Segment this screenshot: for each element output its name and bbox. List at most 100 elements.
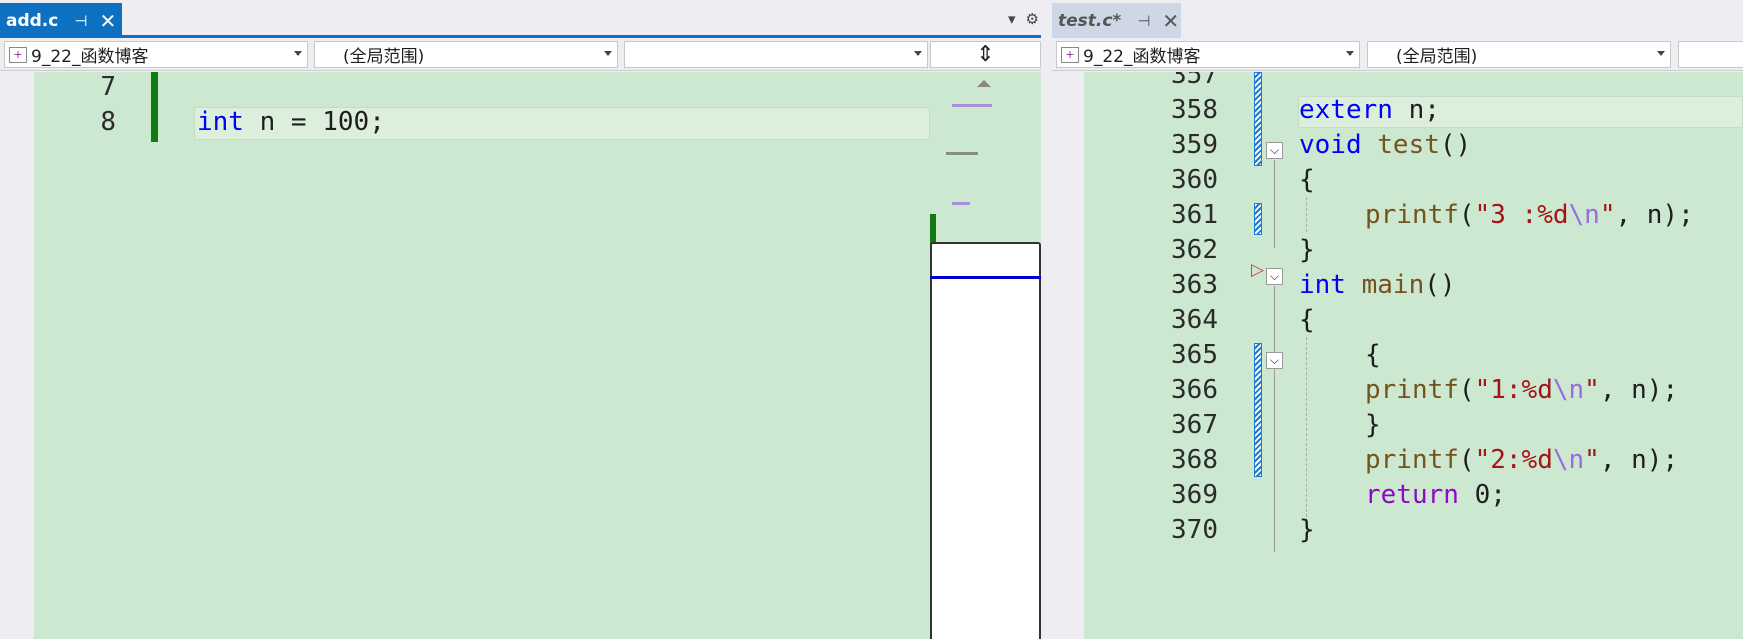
keyword: int	[1299, 270, 1346, 300]
member-combo[interactable]	[624, 41, 928, 68]
function-name: printf	[1365, 445, 1459, 475]
tab-tools: ▾ ⚙	[1008, 10, 1039, 28]
string-literal: "2:%d	[1474, 445, 1553, 475]
code-text: n = 100;	[243, 107, 385, 137]
function-name: printf	[1365, 375, 1459, 405]
project-combo-label: 9_22_函数博客	[1083, 47, 1201, 67]
code-line[interactable]: return 0;	[1365, 480, 1506, 510]
function-name: test	[1377, 130, 1440, 160]
code-line[interactable]: int n = 100;	[197, 107, 385, 137]
code-line[interactable]: void test()	[1299, 130, 1471, 160]
tab-title: test.c*	[1058, 10, 1122, 31]
minimap-viewport[interactable]	[930, 242, 1041, 639]
left-code-editor[interactable]: 7 8 int n = 100;	[34, 72, 930, 639]
function-name: printf	[1365, 200, 1459, 230]
code-text: , n);	[1599, 375, 1679, 405]
tab-test-c[interactable]: test.c* ⊣ ✕	[1052, 3, 1181, 38]
minimap-line	[946, 152, 978, 155]
string-literal: "3 :%d	[1474, 200, 1569, 230]
code-line[interactable]: extern n;	[1299, 95, 1440, 125]
code-line[interactable]: {	[1299, 165, 1315, 195]
change-indicator	[1254, 203, 1262, 235]
code-line[interactable]: }	[1299, 515, 1315, 545]
indent-guide	[1306, 197, 1307, 232]
code-line[interactable]: int main()	[1299, 270, 1456, 300]
line-number: 360	[1171, 165, 1218, 195]
collapse-icon[interactable]: ⌵	[1266, 352, 1283, 369]
string-literal: "	[1584, 445, 1600, 475]
tab-add-c[interactable]: add.c ⊣ ✕	[0, 3, 122, 38]
code-line[interactable]: {	[1299, 305, 1315, 335]
indent-guide	[1306, 337, 1307, 527]
right-navigation-bar: + 9_22_函数博客 (全局范围)	[1052, 38, 1743, 71]
right-indicator-margin	[1052, 72, 1084, 639]
code-line[interactable]: }	[1365, 410, 1381, 440]
line-number: 370	[1171, 515, 1218, 545]
keyword: return	[1365, 480, 1459, 510]
string-literal: "	[1584, 375, 1600, 405]
line-number: 357	[1171, 72, 1218, 90]
escape-sequence: \n	[1568, 200, 1600, 230]
code-text: (	[1458, 445, 1475, 475]
close-icon[interactable]: ✕	[99, 9, 116, 33]
breakpoint-marker-icon[interactable]: ▷	[1251, 260, 1264, 280]
keyword: int	[197, 107, 244, 137]
close-icon[interactable]: ✕	[1162, 9, 1179, 33]
line-number: 359	[1171, 130, 1218, 160]
code-text: ()	[1439, 130, 1472, 160]
line-number: 367	[1171, 410, 1218, 440]
minimap-caret-line	[930, 276, 1041, 279]
pin-icon[interactable]: ⊣	[74, 12, 87, 30]
change-indicator	[1254, 72, 1262, 166]
line-number: 7	[100, 72, 116, 102]
pane-splitter[interactable]	[1041, 0, 1052, 639]
right-code-editor[interactable]: 357 358 359 360 361 362 363 364 365 366 …	[1084, 72, 1743, 639]
project-icon: +	[1061, 46, 1079, 63]
line-number: 8	[100, 107, 116, 137]
tab-title: add.c	[6, 10, 59, 31]
code-text: ()	[1424, 270, 1456, 300]
code-text: n;	[1392, 95, 1440, 125]
project-combo[interactable]: + 9_22_函数博客	[4, 41, 308, 68]
project-combo-label: 9_22_函数博客	[31, 47, 149, 67]
line-number: 363	[1171, 270, 1218, 300]
code-text: (	[1458, 200, 1475, 230]
escape-sequence: \n	[1552, 375, 1585, 405]
right-tab-strip: test.c* ⊣ ✕	[1052, 0, 1743, 38]
code-line[interactable]: printf("3 :%d\n", n);	[1365, 200, 1694, 230]
keyword: void	[1299, 130, 1362, 160]
collapse-icon[interactable]: ⌵	[1266, 142, 1283, 159]
line-number: 368	[1171, 445, 1218, 475]
collapse-icon[interactable]: ⌵	[1266, 268, 1283, 285]
line-number: 362	[1171, 235, 1218, 265]
minimap-line	[952, 202, 970, 205]
string-literal: "	[1599, 200, 1616, 230]
change-indicator	[1254, 343, 1262, 477]
code-line[interactable]: {	[1365, 340, 1381, 370]
line-number: 364	[1171, 305, 1218, 335]
fold-line	[1274, 160, 1275, 248]
project-combo[interactable]: + 9_22_函数博客	[1056, 41, 1360, 68]
code-text: , n);	[1615, 200, 1694, 230]
scope-combo[interactable]: (全局范围)	[314, 41, 618, 68]
minimap[interactable]	[930, 72, 1041, 639]
member-combo[interactable]	[1678, 41, 1743, 68]
left-tab-strip: add.c ⊣ ✕ ▾ ⚙	[0, 0, 1041, 38]
code-line[interactable]: printf("1:%d\n", n);	[1365, 375, 1678, 405]
project-icon: +	[9, 46, 27, 63]
split-window-button[interactable]: ⇕	[930, 41, 1041, 68]
chevron-down-icon	[914, 51, 922, 56]
pin-icon[interactable]: ⊣	[1137, 12, 1150, 30]
scope-combo[interactable]: (全局范围)	[1367, 41, 1671, 68]
function-name: main	[1361, 270, 1425, 300]
scroll-up-icon[interactable]	[977, 80, 991, 87]
chevron-down-icon	[604, 51, 612, 56]
left-navigation-bar: + 9_22_函数博客 (全局范围) ⇕	[0, 38, 1041, 71]
scope-combo-label: (全局范围)	[343, 47, 425, 67]
code-line[interactable]: }	[1299, 235, 1315, 265]
settings-icon[interactable]: ⚙	[1026, 10, 1039, 28]
escape-sequence: \n	[1552, 445, 1585, 475]
code-line[interactable]: printf("2:%d\n", n);	[1365, 445, 1678, 475]
tab-list-dropdown-icon[interactable]: ▾	[1008, 10, 1016, 28]
line-number: 365	[1171, 340, 1218, 370]
